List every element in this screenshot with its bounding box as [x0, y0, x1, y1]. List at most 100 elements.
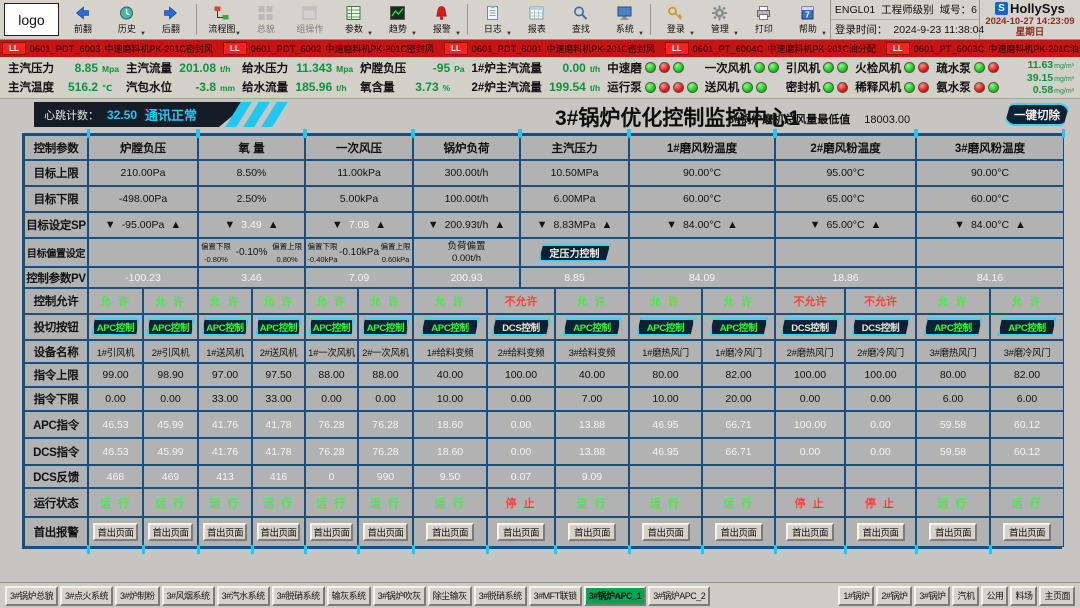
setpoint-up-arrow[interactable]: ▲ [602, 220, 613, 231]
first-out-page-button[interactable]: 首出页面 [715, 523, 763, 541]
toolbar-button-system[interactable]: 系统▼ [603, 0, 647, 39]
dcs-control-button[interactable]: DCS控制 [781, 318, 839, 336]
setpoint-value[interactable]: 8.83MPa [553, 219, 595, 231]
nav-button-left-2[interactable]: 3#炉制粉 [115, 586, 160, 606]
nav-button-left-1[interactable]: 3#点火系统 [60, 586, 113, 606]
setpoint-up-arrow[interactable]: ▲ [1015, 220, 1026, 231]
setpoint-value[interactable]: 84.00°C [683, 219, 721, 231]
nav-button-left-11[interactable]: 3#锅炉APC_1 [584, 586, 647, 606]
setpoint-down-arrow[interactable]: ▼ [537, 220, 548, 231]
setpoint-up-arrow[interactable]: ▲ [268, 220, 279, 231]
nav-button-left-0[interactable]: 3#锅炉总貌 [5, 586, 58, 606]
apc-control-button[interactable]: APC控制 [202, 318, 249, 336]
setpoint-value[interactable]: 84.00°C [971, 219, 1009, 231]
toolbar-button-alarm[interactable]: 报警▼ [420, 0, 464, 39]
setpoint-down-arrow[interactable]: ▼ [224, 220, 235, 231]
toolbar-button-login[interactable]: 登录▼ [654, 0, 698, 39]
one-key-cutoff-button[interactable]: 一键切除 [1004, 103, 1070, 126]
toolbar-button-forward[interactable]: 后翻 [149, 0, 193, 39]
dcs-control-button[interactable]: DCS控制 [852, 318, 910, 336]
apc-control-button[interactable]: APC控制 [563, 318, 621, 336]
setpoint-up-arrow[interactable]: ▲ [375, 220, 386, 231]
toolbar-button-history[interactable]: 历史▼ [105, 0, 149, 39]
alarm-entry[interactable]: LL0601_PDT_6003中速磨料机PK-201C密封风 [2, 42, 213, 55]
apc-control-button[interactable]: APC控制 [998, 318, 1056, 336]
first-out-page-button[interactable]: 首出页面 [786, 523, 834, 541]
apc-control-button[interactable]: APC控制 [362, 318, 410, 336]
setpoint-up-arrow[interactable]: ▲ [727, 220, 738, 231]
first-out-page-button[interactable]: 首出页面 [257, 523, 300, 541]
apc-control-button[interactable]: APC控制 [924, 318, 982, 336]
toolbar-button-log[interactable]: 日志▼ [471, 0, 515, 39]
setpoint-up-arrow[interactable]: ▲ [170, 220, 181, 231]
nav-button-right-6[interactable]: 主页面 [1039, 586, 1075, 606]
toolbar-button-trend[interactable]: 趋势▼ [376, 0, 420, 39]
nav-button-right-3[interactable]: 汽机 [952, 586, 979, 606]
nav-button-right-2[interactable]: 3#锅炉 [914, 586, 950, 606]
apc-control-button[interactable]: APC控制 [147, 318, 195, 336]
apc-control-button[interactable]: APC控制 [421, 318, 479, 336]
first-out-page-button[interactable]: 首出页面 [310, 523, 353, 541]
first-out-page-button[interactable]: 首出页面 [929, 523, 977, 541]
first-out-page-button[interactable]: 首出页面 [93, 523, 138, 541]
nav-button-left-10[interactable]: 3#MFT联锁 [529, 586, 582, 606]
apc-control-button[interactable]: APC控制 [256, 318, 302, 336]
setpoint-value[interactable]: 3.49 [241, 219, 261, 231]
setpoint-up-arrow[interactable]: ▲ [871, 220, 882, 231]
nav-button-left-8[interactable]: 除尘输灰 [428, 586, 472, 606]
apc-control-button[interactable]: APC控制 [710, 318, 768, 336]
metric-unit: Pa [454, 64, 464, 74]
toolbar-button-params[interactable]: 参数▼ [332, 0, 376, 39]
first-out-page-button[interactable]: 首出页面 [148, 523, 193, 541]
first-out-page-button[interactable]: 首出页面 [642, 523, 690, 541]
nav-button-left-5[interactable]: 3#脱硝系统 [272, 586, 325, 606]
setpoint-down-arrow[interactable]: ▼ [428, 220, 439, 231]
alarm-entry[interactable]: LL0601_PDT_6001中速磨料机PK-201C密封风 [444, 42, 655, 55]
first-out-page-button[interactable]: 首出页面 [426, 523, 474, 541]
apc-control-button[interactable]: APC控制 [637, 318, 695, 336]
alarm-entry[interactable]: LL0601_PT_6003C中速磨料机PK-201C油分配 [886, 42, 1080, 55]
alarm-entry[interactable]: LL0601_PDT_6002中速磨料机PK-201C密封风 [223, 42, 434, 55]
nav-button-left-9[interactable]: 3#脱硝系统 [474, 586, 527, 606]
first-out-page-button[interactable]: 首出页面 [497, 523, 545, 541]
nav-button-right-1[interactable]: 2#锅炉 [876, 586, 912, 606]
toolbar-button-print[interactable]: 打印 [742, 0, 786, 39]
first-out-page-button[interactable]: 首出页面 [363, 523, 408, 541]
apc-control-button[interactable]: APC控制 [309, 318, 355, 336]
nav-button-right-5[interactable]: 料场 [1010, 586, 1037, 606]
setpoint-down-arrow[interactable]: ▼ [810, 220, 821, 231]
constant-pressure-control-button[interactable]: 定压力控制 [539, 244, 611, 262]
setpoint-down-arrow[interactable]: ▼ [332, 220, 343, 231]
toolbar-button-help[interactable]: 7帮助▼ [786, 0, 830, 39]
nav-button-left-6[interactable]: 输灰系统 [327, 586, 371, 606]
nav-button-left-4[interactable]: 3#汽水系统 [217, 586, 270, 606]
setpoint-value[interactable]: 65.00°C [826, 219, 864, 231]
toolbar-button-report[interactable]: 报表 [515, 0, 559, 39]
toolbar-button-manage[interactable]: 管理▼ [698, 0, 742, 39]
run-status-cell: 运 行 [413, 488, 487, 517]
bias-current-value[interactable]: -0.10% [233, 239, 270, 266]
nav-button-left-12[interactable]: 3#锅炉APC_2 [648, 586, 710, 606]
setpoint-value[interactable]: 7.08 [349, 219, 369, 231]
setpoint-down-arrow[interactable]: ▼ [666, 220, 677, 231]
nav-button-left-7[interactable]: 3#锅炉吹灰 [373, 586, 426, 606]
bias-current-value[interactable]: -0.10kPa [339, 239, 379, 266]
dcs-control-button[interactable]: DCS控制 [492, 318, 550, 336]
nav-button-right-0[interactable]: 1#锅炉 [838, 586, 874, 606]
nav-button-right-4[interactable]: 公用 [981, 586, 1008, 606]
setpoint-value[interactable]: 200.93t/h [445, 219, 489, 231]
first-out-page-button[interactable]: 首出页面 [203, 523, 247, 541]
setpoint-up-arrow[interactable]: ▲ [494, 220, 505, 231]
setpoint-value[interactable]: -95.00Pa [122, 219, 165, 231]
setpoint-down-arrow[interactable]: ▼ [105, 220, 116, 231]
toolbar-button-search[interactable]: 查找 [559, 0, 603, 39]
first-out-page-button[interactable]: 首出页面 [857, 523, 905, 541]
toolbar-button-flowchart[interactable]: 流程图▼ [200, 0, 244, 39]
alarm-entry[interactable]: LL0601_PT_6004C中速磨料机PK-201C油分配 [665, 42, 876, 55]
toolbar-button-back[interactable]: 前翻 [61, 0, 105, 39]
first-out-page-button[interactable]: 首出页面 [568, 523, 616, 541]
apc-control-button[interactable]: APC控制 [92, 318, 140, 336]
setpoint-down-arrow[interactable]: ▼ [954, 220, 965, 231]
nav-button-left-3[interactable]: 3#风烟系统 [162, 586, 215, 606]
first-out-page-button[interactable]: 首出页面 [1003, 523, 1051, 541]
